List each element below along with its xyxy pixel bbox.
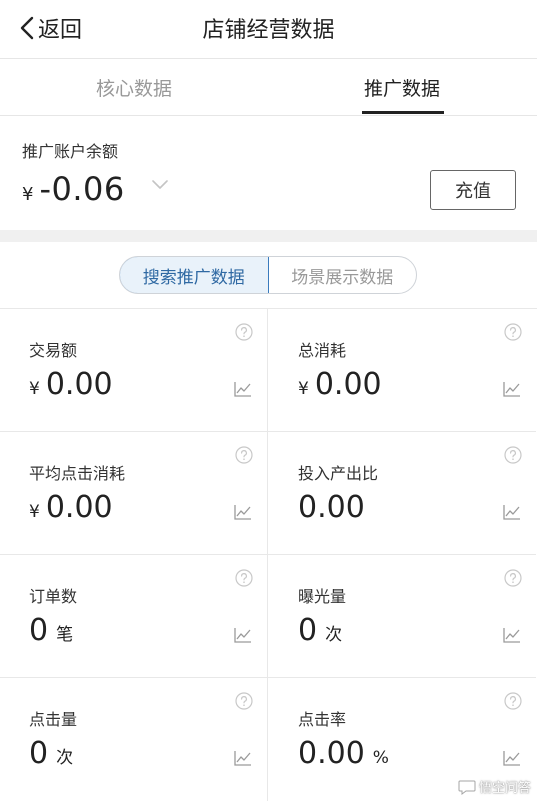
metric-label: 点击量 <box>29 710 78 729</box>
help-icon[interactable] <box>235 323 253 341</box>
chat-bubble-icon <box>458 780 476 795</box>
metric-number: 0.00 <box>298 490 365 525</box>
tab-bar: 核心数据 推广数据 <box>0 58 537 116</box>
metric-avg-click-cost: 平均点击消耗 ¥0.00 <box>0 432 268 555</box>
section-divider <box>0 230 537 242</box>
metric-value: 0笔 <box>29 613 73 648</box>
balance-currency: ¥ <box>22 184 34 205</box>
metric-currency: ¥ <box>29 502 40 522</box>
metric-value: ¥0.00 <box>29 367 113 402</box>
metric-roi: 投入产出比 0.00 <box>268 432 536 555</box>
metric-number: 0.00 <box>45 367 113 402</box>
metric-impressions: 曝光量 0 次 <box>268 555 536 678</box>
metric-unit: 次 <box>325 625 343 645</box>
metric-value: ¥0.00 <box>29 490 113 525</box>
metric-value: ¥0.00 <box>298 367 382 402</box>
data-type-segment: 搜索推广数据 场景展示数据 <box>119 256 417 294</box>
metric-value: 0次 <box>298 613 342 648</box>
metric-number: 0 <box>29 736 49 771</box>
metric-number: 0.00 <box>298 736 365 771</box>
watermark-text: 悟空问答 <box>478 781 531 796</box>
metric-label: 曝光量 <box>298 587 347 606</box>
trend-chart-icon[interactable] <box>503 504 521 520</box>
metric-number: 0.00 <box>45 490 113 525</box>
tab-core-data[interactable]: 核心数据 <box>54 59 214 115</box>
active-tab-indicator <box>362 111 444 114</box>
metric-value: 0次 <box>29 736 73 771</box>
help-icon[interactable] <box>235 692 253 710</box>
balance-amount: -0.06 <box>39 170 125 208</box>
metric-number: 0 <box>298 613 318 648</box>
help-icon[interactable] <box>235 569 253 587</box>
trend-chart-icon[interactable] <box>234 381 252 397</box>
trend-chart-icon[interactable] <box>234 504 252 520</box>
help-icon[interactable] <box>504 446 522 464</box>
metric-total-spend: 总消耗 ¥0.00 <box>268 309 536 432</box>
metric-label: 交易额 <box>29 341 78 360</box>
metric-label: 投入产出比 <box>298 464 379 483</box>
metric-label: 点击率 <box>298 710 347 729</box>
help-icon[interactable] <box>504 569 522 587</box>
balance-section: 推广账户余额 ¥ -0.06 充值 <box>0 116 537 230</box>
metric-number: 0.00 <box>314 367 382 402</box>
trend-chart-icon[interactable] <box>503 750 521 766</box>
segment-search-promotion[interactable]: 搜索推广数据 <box>120 257 269 293</box>
tab-promotion-data-label: 推广数据 <box>363 77 440 100</box>
help-icon[interactable] <box>504 692 522 710</box>
segment-scene-display[interactable]: 场景展示数据 <box>269 257 417 293</box>
trend-chart-icon[interactable] <box>503 627 521 643</box>
watermark: 悟空问答 <box>458 777 531 796</box>
help-icon[interactable] <box>235 446 253 464</box>
metric-currency: ¥ <box>29 379 40 399</box>
recharge-button[interactable]: 充值 <box>430 170 516 210</box>
metric-label: 总消耗 <box>298 341 347 360</box>
nav-bar: 返回 店铺经营数据 <box>0 0 537 58</box>
help-icon[interactable] <box>504 323 522 341</box>
metric-value: 0.00% <box>298 736 389 771</box>
trend-chart-icon[interactable] <box>503 381 521 397</box>
page-title: 店铺经营数据 <box>202 18 335 43</box>
metric-unit: 笔 <box>56 625 74 645</box>
chevron-down-icon[interactable] <box>152 180 168 190</box>
metric-order-count: 订单数 0 笔 <box>0 555 268 678</box>
metric-trade-amount: 交易额 ¥0.00 <box>0 309 268 432</box>
metric-clicks: 点击量 0 次 <box>0 678 268 801</box>
metric-unit: % <box>372 748 389 768</box>
metric-label: 订单数 <box>29 587 78 606</box>
metric-number: 0 <box>29 613 49 648</box>
tab-core-data-label: 核心数据 <box>95 77 172 100</box>
balance-value: ¥ -0.06 <box>22 170 125 208</box>
metric-label: 平均点击消耗 <box>29 464 126 483</box>
metric-currency: ¥ <box>298 379 309 399</box>
trend-chart-icon[interactable] <box>234 627 252 643</box>
metric-value: 0.00 <box>298 490 365 525</box>
metric-unit: 次 <box>56 748 74 768</box>
balance-label: 推广账户余额 <box>22 142 119 161</box>
tab-promotion-data[interactable]: 推广数据 <box>322 59 482 115</box>
trend-chart-icon[interactable] <box>234 750 252 766</box>
